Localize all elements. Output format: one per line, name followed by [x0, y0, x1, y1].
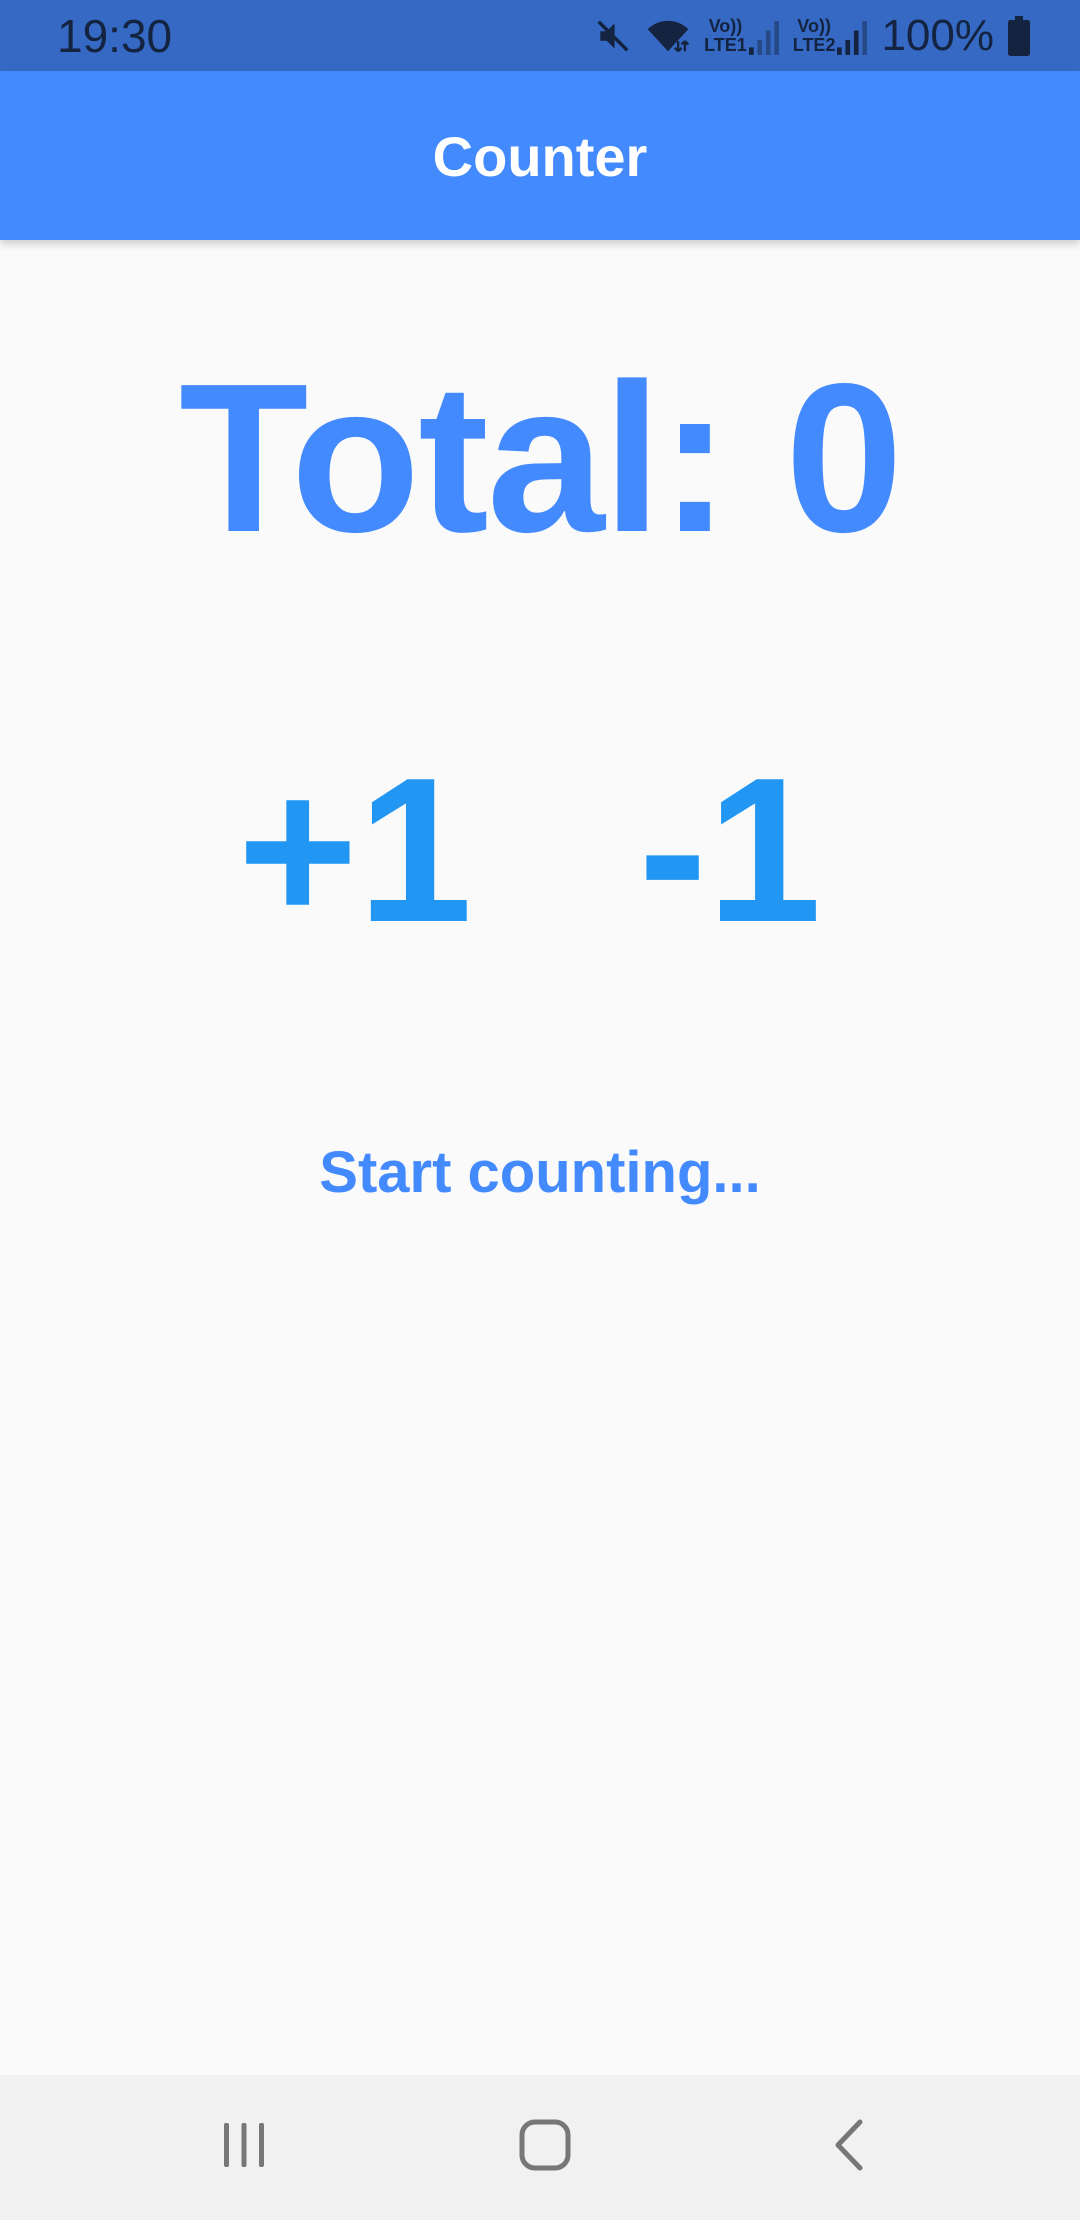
- sim2-label-top: Vo)): [797, 16, 831, 36]
- mute-icon: [594, 17, 632, 55]
- sim1-signal: Vo)) LTE1: [704, 17, 779, 55]
- recents-icon: [220, 2119, 268, 2176]
- home-button[interactable]: [465, 2075, 625, 2220]
- total-display: Total: 0: [178, 339, 903, 576]
- sim1-label-bottom: LTE1: [704, 35, 747, 55]
- nav-bar: [0, 2075, 1080, 2220]
- app-bar: Counter: [0, 71, 1080, 240]
- battery-icon: [1008, 16, 1030, 56]
- signal-icon: [837, 21, 868, 55]
- signal-icon: [748, 21, 779, 55]
- recents-button[interactable]: [164, 2075, 324, 2220]
- sim2-signal: Vo)) LTE2: [793, 17, 868, 55]
- wifi-icon: [646, 17, 690, 55]
- decrement-button[interactable]: -1: [620, 740, 840, 960]
- increment-button[interactable]: +1: [230, 740, 480, 960]
- battery-percent: 100%: [881, 11, 994, 60]
- status-bar: 19:30 Vo)) LTE1 Vo)) LTE2 100%: [0, 0, 1080, 71]
- sim2-label-bottom: LTE2: [792, 35, 836, 55]
- sim1-label-top: Vo)): [708, 16, 743, 36]
- sim2-label: Vo)) LTE2: [793, 17, 836, 55]
- back-button[interactable]: [769, 2075, 929, 2220]
- back-icon: [832, 2118, 866, 2177]
- sim1-label: Vo)) LTE1: [704, 17, 747, 55]
- status-icons: Vo)) LTE1 Vo)) LTE2 100%: [594, 10, 1030, 62]
- hint-text: Start counting...: [319, 1140, 761, 1205]
- status-time: 19:30: [57, 10, 173, 62]
- app-title: Counter: [432, 125, 648, 188]
- home-icon: [518, 2118, 572, 2177]
